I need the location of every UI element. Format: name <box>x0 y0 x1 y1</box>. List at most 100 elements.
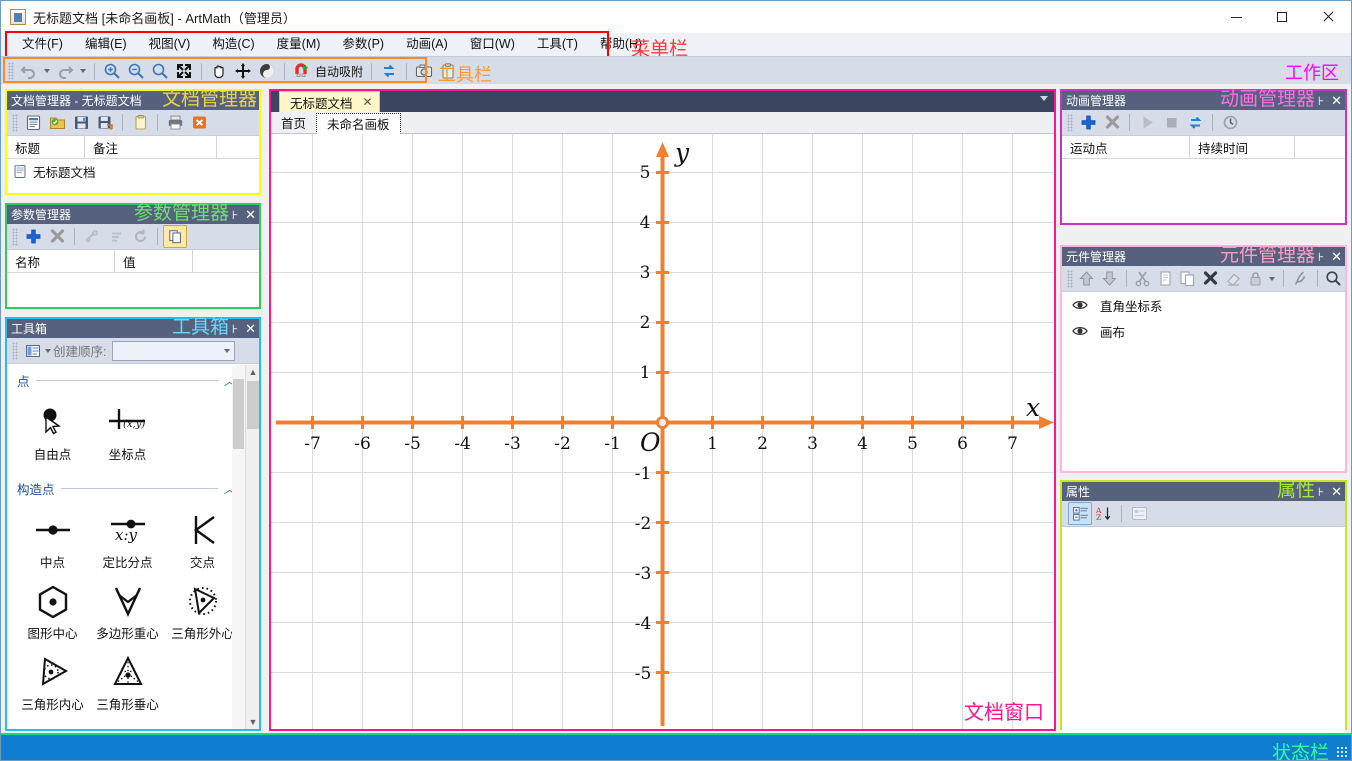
toolbar-grip[interactable] <box>8 62 14 80</box>
toolbox-group-header-point[interactable]: 点 ︿ <box>7 365 245 392</box>
delete-animation-button[interactable] <box>1100 111 1124 134</box>
search-button[interactable] <box>1322 267 1345 290</box>
eye-icon[interactable] <box>1072 325 1088 337</box>
loop-animation-button[interactable] <box>1183 111 1207 134</box>
panel-grip[interactable] <box>12 227 18 246</box>
element-row-axis[interactable]: 直角坐标系 <box>1062 292 1345 318</box>
close-icon[interactable]: ✕ <box>1331 94 1342 107</box>
move-down-button[interactable] <box>1098 267 1121 290</box>
rotate-button[interactable] <box>255 60 279 83</box>
new-document-button[interactable] <box>21 111 45 134</box>
element-row-canvas[interactable]: 画布 <box>1062 318 1345 344</box>
menu-construct[interactable]: 构造(C) <box>201 34 265 55</box>
tool-midpoint[interactable]: 中点 <box>15 504 90 575</box>
pin-icon[interactable]: ⊦ <box>1318 250 1324 264</box>
panel-grip[interactable] <box>12 113 18 132</box>
format-painter-button[interactable] <box>1289 267 1312 290</box>
panel-grip[interactable] <box>1067 113 1073 132</box>
menu-window[interactable]: 窗口(W) <box>459 34 526 55</box>
menu-file[interactable]: 文件(F) <box>11 34 74 55</box>
parameter-link-button[interactable] <box>80 225 104 248</box>
categorize-button[interactable] <box>1068 502 1092 525</box>
chevron-down-icon[interactable] <box>1040 96 1048 101</box>
scroll-down-icon[interactable]: ▼ <box>246 715 259 729</box>
move-button[interactable] <box>231 60 255 83</box>
panel-grip[interactable] <box>1067 269 1073 288</box>
zoom-reset-button[interactable] <box>148 60 172 83</box>
paste-button[interactable] <box>1177 267 1200 290</box>
scroll-up-icon[interactable]: ▲ <box>246 365 259 379</box>
tool-orthocenter[interactable]: 三角形垂心 <box>90 646 165 717</box>
close-icon[interactable]: ✕ <box>1331 485 1342 498</box>
menu-parameter[interactable]: 参数(P) <box>331 34 395 55</box>
menu-measure[interactable]: 度量(M) <box>266 34 332 55</box>
tool-circumcenter[interactable]: 三角形外心 <box>165 575 240 646</box>
toolbox-group-header-construct[interactable]: 构造点 ︿ <box>7 473 245 500</box>
resize-grip-icon[interactable] <box>1336 746 1348 758</box>
close-icon[interactable]: ✕ <box>245 208 256 221</box>
open-document-button[interactable] <box>45 111 69 134</box>
menu-edit[interactable]: 编辑(E) <box>74 34 138 55</box>
toolbox-inner-scrollbar[interactable] <box>232 365 245 729</box>
pin-icon[interactable]: ⊦ <box>232 208 238 222</box>
page-tab-home[interactable]: 首页 <box>271 112 317 133</box>
close-icon[interactable]: ✕ <box>245 322 256 335</box>
tool-shape-center[interactable]: 图形中心 <box>15 575 90 646</box>
toolbox-group-header-function[interactable]: 函数 ︿ <box>7 723 245 729</box>
close-button[interactable] <box>1305 1 1351 33</box>
lock-dropdown[interactable] <box>1267 267 1278 290</box>
tool-intersection-point[interactable]: 交点 <box>165 504 240 575</box>
pin-icon[interactable]: ⊦ <box>232 322 238 336</box>
tool-free-point[interactable]: 自由点 <box>15 396 90 467</box>
scrollbar-thumb[interactable] <box>247 381 259 429</box>
page-tab-board[interactable]: 未命名画板 <box>316 113 401 134</box>
add-parameter-button[interactable] <box>21 225 45 248</box>
toolbox-view-mode-button[interactable] <box>21 339 45 362</box>
delete-parameter-button[interactable] <box>45 225 69 248</box>
tool-ratio-point[interactable]: x:y 定比分点 <box>90 504 165 575</box>
parameter-list-button[interactable] <box>104 225 128 248</box>
parameter-copy-button[interactable] <box>163 225 187 248</box>
copy-button[interactable] <box>1154 267 1177 290</box>
minimize-button[interactable] <box>1213 1 1259 33</box>
undo-dropdown[interactable] <box>41 60 53 83</box>
fit-screen-button[interactable] <box>172 60 196 83</box>
property-pages-button[interactable] <box>1127 502 1151 525</box>
eye-icon[interactable] <box>1072 299 1088 311</box>
notes-button[interactable] <box>128 111 152 134</box>
document-list-row[interactable]: 无标题文档 <box>7 159 259 183</box>
move-up-button[interactable] <box>1076 267 1099 290</box>
lock-button[interactable] <box>1244 267 1267 290</box>
undo-button[interactable] <box>17 60 41 83</box>
play-animation-button[interactable] <box>1135 111 1159 134</box>
pin-icon[interactable]: ⊦ <box>1318 485 1324 499</box>
redo-button[interactable] <box>53 60 77 83</box>
menu-tools[interactable]: 工具(T) <box>526 34 589 55</box>
print-button[interactable] <box>163 111 187 134</box>
tool-incenter[interactable]: 三角形内心 <box>15 646 90 717</box>
animation-timing-button[interactable] <box>1218 111 1242 134</box>
sort-alphabetically-button[interactable]: AZ <box>1092 502 1116 525</box>
pin-icon[interactable]: ⊦ <box>1318 94 1324 108</box>
scrollbar-thumb[interactable] <box>233 379 244 449</box>
close-icon[interactable]: ✕ <box>1331 250 1342 263</box>
auto-snap-label[interactable]: 自动吸附 <box>315 63 363 80</box>
maximize-button[interactable] <box>1259 1 1305 33</box>
menu-animation[interactable]: 动画(A) <box>395 34 459 55</box>
toolbox-sort-combo[interactable] <box>112 340 235 361</box>
cut-button[interactable] <box>1132 267 1155 290</box>
panel-grip[interactable] <box>12 341 18 360</box>
redo-dropdown[interactable] <box>77 60 89 83</box>
add-animation-button[interactable] <box>1076 111 1100 134</box>
chevron-down-icon[interactable] <box>45 348 51 353</box>
delete-element-button[interactable] <box>1199 267 1222 290</box>
tool-polygon-centroid[interactable]: 多边形重心 <box>90 575 165 646</box>
stop-animation-button[interactable] <box>1159 111 1183 134</box>
save-document-button[interactable] <box>69 111 93 134</box>
tab-close-icon[interactable]: ✕ <box>363 95 373 109</box>
save-as-button[interactable] <box>93 111 117 134</box>
graph-canvas[interactable]: -7 -6 -5 -4 -3 -2 -1 1 2 3 4 5 6 7 5 4 3 <box>271 134 1054 729</box>
pan-hand-button[interactable] <box>207 60 231 83</box>
screenshot-button[interactable] <box>412 60 436 83</box>
close-document-button[interactable] <box>187 111 211 134</box>
